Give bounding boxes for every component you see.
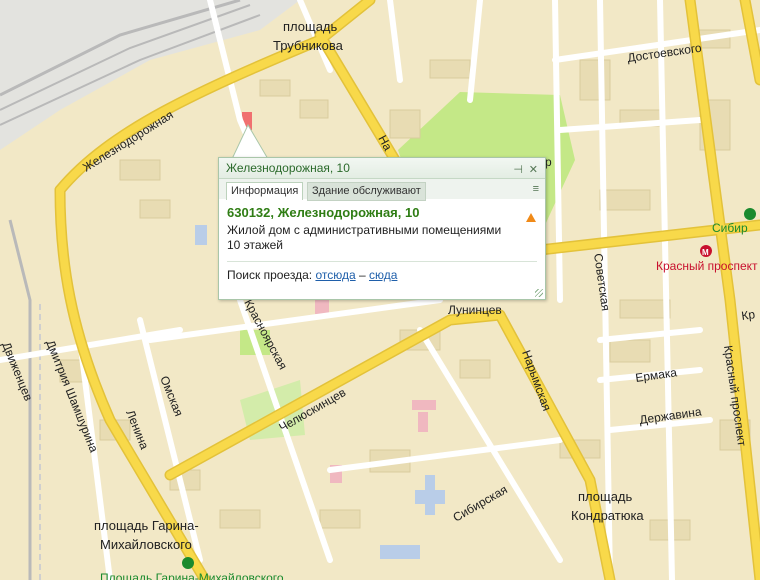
balloon-address: 630132, Железнодорожная, 10 [227,205,420,220]
tabs-menu-icon[interactable]: ≡ [533,183,539,195]
square-trubnikova-line2: Трубникова [273,38,344,53]
route-label: Поиск проезда: [227,268,313,282]
street-kr-partial: Кр [740,307,756,323]
route-separator: – [358,268,366,282]
balloon-body: 630132, Железнодорожная, 10 Жилой дом с … [219,199,545,288]
metro-krasny-label: Красный проспект [656,259,758,273]
info-balloon: Железнодорожная, 10 ⊣ ✕ Информация Здани… [218,157,546,300]
route-to-link[interactable]: сюда [369,268,397,282]
street-r-partial: р [545,155,552,169]
metro-green-icon-2 [182,557,194,569]
street-lunintsev: Лунинцев [448,303,502,317]
square-garina-line1: площадь Гарина- [94,518,199,533]
balloon-description-line1: Жилой дом с административными помещениям… [227,223,502,237]
balloon-tabs: Информация Здание обслуживают ≡ [219,179,545,201]
resize-handle[interactable] [535,289,543,297]
route-search: Поиск проезда: отсюда – сюда [227,261,537,282]
balloon-description-line2: 10 этажей [227,238,283,252]
warning-icon[interactable] [526,213,536,222]
metro-garina-label: Площадь Гарина-Михайловского [100,571,284,580]
square-garina-line2: Михайловского [100,537,192,552]
balloon-title: Железнодорожная, 10 [226,161,350,175]
tab-building-services[interactable]: Здание обслуживают [307,182,426,201]
square-kondratyuka-line2: Кондратюка [571,508,644,523]
close-icon[interactable]: ✕ [529,160,538,180]
metro-green-icon [744,208,756,220]
pin-icon[interactable]: ⊣ [513,160,523,180]
square-trubnikova-line1: площадь [283,19,338,34]
svg-text:M: M [702,248,709,257]
route-from-link[interactable]: отсюда [315,268,355,282]
balloon-title-bar: Железнодорожная, 10 ⊣ ✕ [219,158,545,179]
square-kondratyuka-line1: площадь [578,489,633,504]
metro-sibirskaya-label: Сибир [712,221,748,235]
tab-information[interactable]: Информация [226,182,304,200]
